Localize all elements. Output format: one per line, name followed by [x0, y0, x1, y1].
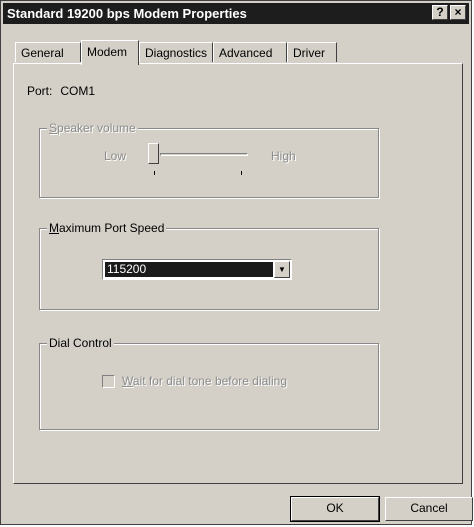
port-speed-select[interactable]: 115200 ▼	[102, 259, 292, 280]
wait-for-dial-tone-label: Wait for dial tone before dialing	[122, 374, 287, 388]
tab-advanced[interactable]: Advanced	[213, 42, 287, 62]
properties-dialog: Standard 19200 bps Modem Properties ? × …	[0, 0, 473, 525]
speaker-volume-group: Speaker volume	[39, 121, 379, 198]
speaker-low-label: Low	[104, 149, 127, 163]
speaker-volume-legend: Speaker volume	[47, 121, 138, 135]
dial-control-legend: Dial Control	[47, 336, 114, 350]
speaker-volume-track	[160, 153, 248, 156]
port-speed-value: 115200	[105, 262, 273, 277]
port-label: Port:	[27, 84, 53, 98]
close-button[interactable]: ×	[450, 5, 466, 20]
cancel-button[interactable]: Cancel	[385, 497, 473, 521]
tab-modem[interactable]: Modem	[81, 40, 139, 65]
tab-general[interactable]: General	[15, 42, 81, 62]
tab-diagnostics[interactable]: Diagnostics	[139, 42, 213, 62]
window-title: Standard 19200 bps Modem Properties	[7, 6, 247, 21]
speaker-volume-slider[interactable]	[148, 143, 159, 164]
wait-for-dial-tone-checkbox[interactable]	[102, 375, 115, 388]
port-value: COM1	[60, 84, 96, 98]
title-bar[interactable]: Standard 19200 bps Modem Properties ? ×	[3, 3, 469, 24]
slider-tick-high	[241, 171, 242, 175]
speaker-high-label: High	[271, 149, 296, 163]
slider-tick-low	[154, 171, 155, 175]
port-row: Port: COM1	[27, 84, 95, 98]
tab-driver[interactable]: Driver	[287, 42, 337, 62]
ok-button[interactable]: OK	[290, 496, 380, 522]
help-button[interactable]: ?	[432, 5, 448, 20]
maximum-port-speed-legend: Maximum Port Speed	[47, 221, 167, 235]
dropdown-arrow-icon[interactable]: ▼	[274, 261, 290, 278]
